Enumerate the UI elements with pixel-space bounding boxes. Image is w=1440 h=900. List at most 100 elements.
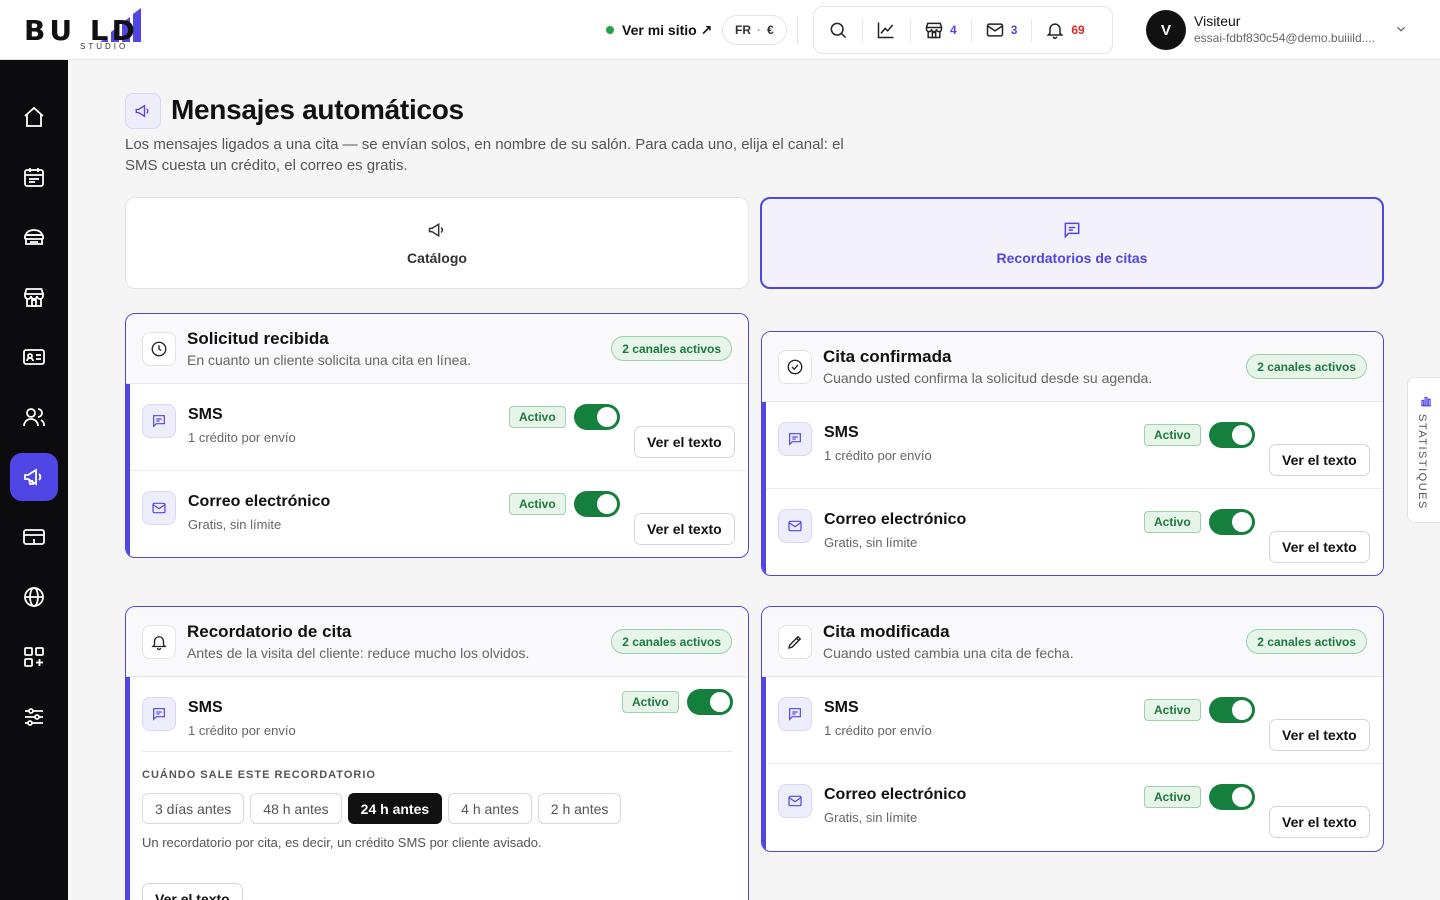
reminder-note: Un recordatorio por cita, es decir, un c… [142, 835, 542, 850]
channel-description: Gratis, sin límite [824, 810, 918, 825]
sidebar-item-website[interactable] [10, 573, 58, 621]
services-icon [24, 229, 44, 245]
sidebar-item-calendar[interactable] [10, 153, 58, 201]
card-subtitle: Cuando usted confirma la solicitud desde… [823, 370, 1153, 386]
megaphone-icon [428, 222, 444, 238]
card-header: Solicitud recibida En cuanto un cliente … [126, 314, 748, 384]
view-text-button[interactable]: Ver el texto [142, 883, 243, 900]
id-card-icon [23, 349, 45, 365]
sms-icon-box [142, 697, 176, 731]
sidebar-item-settings[interactable] [10, 693, 58, 741]
reminder-option-24h[interactable]: 24 h antes [347, 793, 443, 824]
status-badge: Activo [1144, 424, 1201, 446]
channel-name: Correo electrónico [824, 511, 967, 528]
sidebar-item-contacts[interactable] [10, 333, 58, 381]
tab-catalogo[interactable]: Catálogo [125, 197, 749, 289]
tab-label: Recordatorios de citas [996, 250, 1148, 266]
mail-button[interactable]: 3 [970, 7, 1032, 53]
message-square-icon [789, 433, 801, 446]
stores-button[interactable]: 4 [910, 7, 971, 53]
reminder-option-3d[interactable]: 3 días antes [142, 793, 245, 824]
view-text-button[interactable]: Ver el texto [1269, 444, 1370, 476]
reminder-option-2h[interactable]: 2 h antes [537, 793, 622, 824]
stores-count: 4 [950, 23, 957, 37]
statistics-side-tab[interactable]: STATISTIQUES [1407, 377, 1440, 523]
user-menu[interactable]: V Visiteur essai-fdbf830c54@demo.buiiild… [1146, 10, 1416, 50]
card-title: Cita modificada [823, 622, 950, 641]
logo-subtext: STUDIO [80, 42, 129, 51]
card-header: Cita confirmada Cuando usted confirma la… [762, 332, 1383, 402]
channel-description: Gratis, sin límite [188, 517, 282, 532]
card-header: Recordatorio de cita Antes de la visita … [126, 607, 748, 677]
calendar-icon [24, 168, 44, 187]
sidebar-item-home[interactable] [10, 93, 58, 141]
channel-sms: SMS 1 crédito por envío Activo Ver el te… [766, 677, 1383, 764]
card-recordatorio-de-cita: Recordatorio de cita Antes de la visita … [125, 606, 749, 900]
search-button[interactable] [814, 7, 862, 53]
pencil-icon [788, 635, 802, 649]
view-text-button[interactable]: Ver el texto [1269, 531, 1370, 563]
reminder-option-4h[interactable]: 4 h antes [448, 793, 532, 824]
sidebar-item-payments[interactable] [10, 513, 58, 561]
email-icon-box [778, 784, 812, 818]
active-channels-badge: 2 canales activos [1246, 629, 1367, 654]
card-solicitud-recibida: Solicitud recibida En cuanto un cliente … [125, 313, 749, 558]
analytics-button[interactable] [862, 7, 910, 53]
view-text-button[interactable]: Ver el texto [1269, 719, 1370, 751]
home-icon [24, 106, 44, 127]
channel-description: 1 crédito por envío [188, 723, 296, 738]
page-title-icon-box [125, 93, 161, 129]
currency-symbol: € [767, 23, 774, 37]
globe-icon [24, 587, 44, 607]
mail-count: 3 [1010, 23, 1018, 37]
statistics-label: STATISTIQUES [1416, 414, 1428, 510]
mail-icon [788, 520, 802, 532]
channel-name: SMS [824, 699, 859, 716]
email-toggle[interactable] [1209, 784, 1255, 810]
message-square-icon [789, 708, 801, 721]
sms-toggle[interactable] [1209, 422, 1255, 448]
avatar: V [1146, 10, 1186, 50]
card-icon-box [142, 625, 176, 659]
status-badge: Activo [1144, 786, 1201, 808]
view-site-link[interactable]: Ver mi sitio ↗ [606, 20, 712, 40]
email-icon-box [778, 509, 812, 543]
card-icon-box [142, 332, 176, 366]
view-text-button[interactable]: Ver el texto [634, 513, 735, 545]
view-site-label: Ver mi sitio ↗ [622, 21, 713, 38]
sms-toggle[interactable] [574, 404, 620, 430]
email-toggle[interactable] [574, 491, 620, 517]
card-cita-confirmada: Cita confirmada Cuando usted confirma la… [761, 331, 1384, 576]
channels-list: SMS 1 crédito por envío Activo Ver el te… [762, 677, 1383, 851]
chart-line-icon [877, 22, 894, 39]
sms-toggle[interactable] [687, 689, 733, 715]
sidebar [0, 60, 68, 900]
channel-sms: SMS 1 crédito por envío Activo Ver el te… [766, 402, 1383, 489]
reminder-timing-label: CUÁNDO SALE ESTE RECORDATORIO [142, 769, 376, 781]
channels-list: SMS 1 crédito por envío Activo CUÁNDO SA… [126, 677, 748, 900]
tab-recordatorios[interactable]: Recordatorios de citas [760, 197, 1384, 289]
reminder-option-48h[interactable]: 48 h antes [250, 793, 342, 824]
bell-icon [1046, 23, 1064, 40]
status-badge: Activo [509, 406, 566, 428]
channel-email: Correo electrónico Gratis, sin límite Ac… [130, 471, 748, 557]
channel-sms: SMS 1 crédito por envío Activo Ver el te… [130, 384, 748, 471]
user-name: Visiteur [1194, 13, 1241, 29]
credit-card-icon [23, 529, 45, 545]
channel-description: 1 crédito por envío [824, 448, 932, 463]
view-text-button[interactable]: Ver el texto [1269, 806, 1370, 838]
sidebar-item-apps[interactable] [10, 633, 58, 681]
language-currency-selector[interactable]: FR · € [722, 15, 787, 45]
check-circle-icon [787, 359, 803, 375]
sidebar-item-messages[interactable] [10, 453, 58, 501]
sidebar-item-services[interactable] [10, 213, 58, 261]
sidebar-item-store[interactable] [10, 273, 58, 321]
view-text-button[interactable]: Ver el texto [634, 426, 735, 458]
sidebar-item-clients[interactable] [10, 393, 58, 441]
email-toggle[interactable] [1209, 509, 1255, 535]
channel-name: SMS [188, 699, 223, 716]
channel-description: 1 crédito por envío [188, 430, 296, 445]
sms-toggle[interactable] [1209, 697, 1255, 723]
notifications-button[interactable]: 69 [1031, 7, 1098, 53]
logo[interactable]: BU LD STUDIO [24, 8, 184, 52]
